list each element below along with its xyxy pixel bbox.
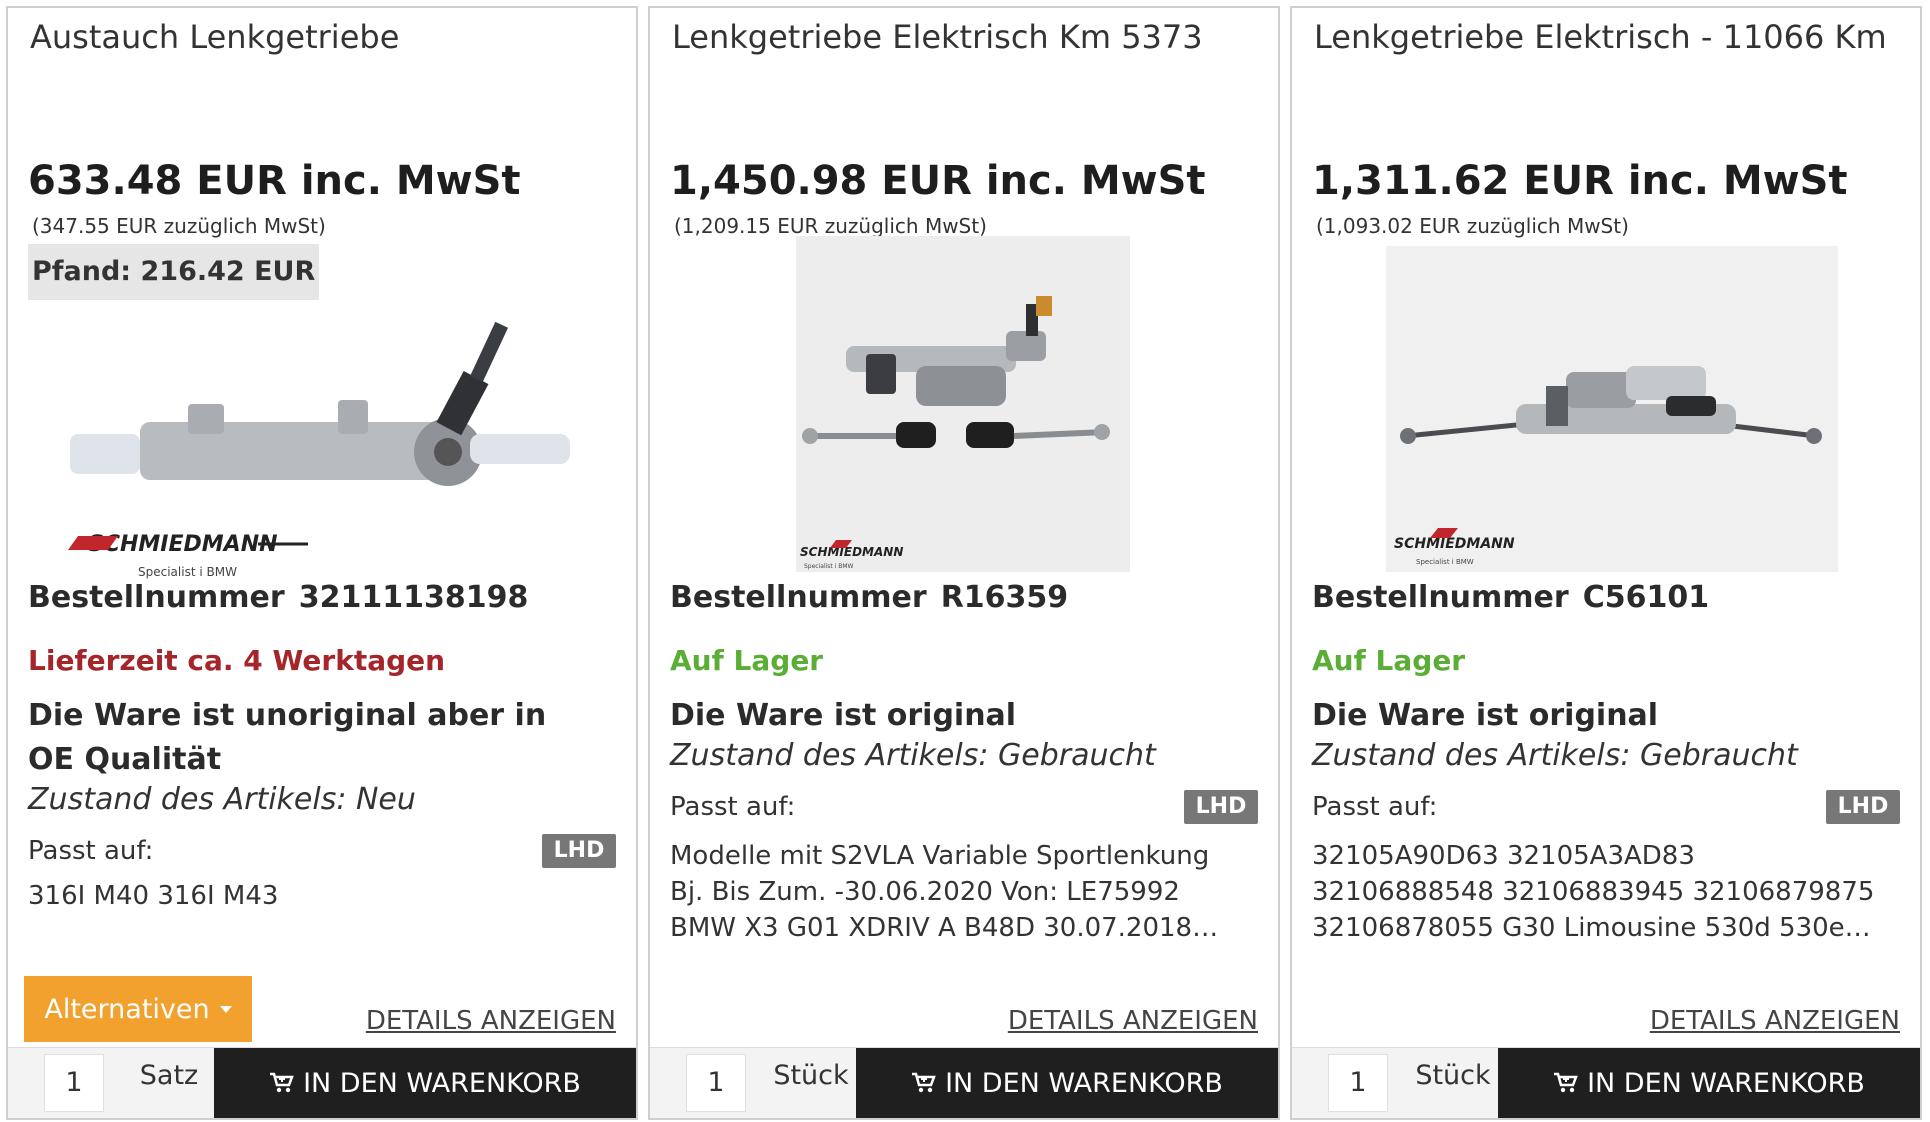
alternatives-button[interactable]: Alternativen (24, 976, 252, 1042)
originality: Die Ware ist unoriginal aber in OE Quali… (28, 698, 547, 777)
add-to-cart-button[interactable]: IN DEN WARENKORB (856, 1048, 1278, 1118)
add-to-cart-button[interactable]: IN DEN WARENKORB (214, 1048, 636, 1118)
steering-rack-photo: SCHMIEDMANN Specialist i BMW (1386, 246, 1838, 572)
fits-list: Modelle mit S2VLA Variable Sportlenkung … (670, 841, 1210, 943)
details-link[interactable]: DETAILS ANZEIGEN (366, 1006, 616, 1036)
add-to-cart-row: 1 Stück IN DEN WARENKORB (650, 1047, 1278, 1118)
stock-status: Lieferzeit ca. 4 Werktagen (28, 644, 446, 677)
order-number-label: Bestellnummer (1312, 580, 1569, 615)
quantity-input[interactable]: 1 (1328, 1054, 1388, 1112)
logo-tagline: Specialist i BMW (1416, 558, 1474, 566)
product-grid: Austauch Lenkgetriebe 633.48 EUR inc. Mw… (0, 0, 1930, 1122)
logo-text: SCHMIEDMANN (800, 545, 903, 559)
product-title[interactable]: Austauch Lenkgetriebe (30, 18, 616, 56)
price-net: (1,209.15 EUR zuzüglich MwSt) (674, 214, 987, 238)
price-gross: 1,450.98 EUR inc. MwSt (670, 158, 1206, 204)
unit-label: Stück (773, 1060, 849, 1091)
details-link[interactable]: DETAILS ANZEIGEN (1008, 1006, 1258, 1036)
details-link[interactable]: DETAILS ANZEIGEN (1650, 1006, 1900, 1036)
fits-list: 32105A90D63 32105A3AD83 32106888548 3210… (1312, 841, 1875, 943)
product-title[interactable]: Lenkgetriebe Elektrisch Km 5373 (672, 18, 1258, 56)
fits-label: Passt auf: (28, 836, 154, 866)
steering-rack-illustration: SCHMIEDMANN Specialist i BMW (68, 321, 570, 579)
stock-status: Auf Lager (1312, 644, 1466, 677)
price-net: (1,093.02 EUR zuzüglich MwSt) (1316, 214, 1629, 238)
fits-list: 316I M40 316I M43 (28, 881, 279, 911)
product-image[interactable]: SCHMIEDMANN Specialist i BMW (1386, 246, 1838, 572)
fits-label: Passt auf: (1312, 792, 1438, 822)
quantity-input[interactable]: 1 (44, 1054, 104, 1112)
order-number-label: Bestellnummer (28, 580, 285, 615)
alternatives-label: Alternativen (44, 993, 210, 1025)
order-number: R16359 (940, 580, 1069, 615)
logo-text: SCHMIEDMANN (1394, 536, 1515, 552)
unit-label: Stück (1415, 1060, 1491, 1091)
originality: Die Ware ist original (670, 698, 1017, 733)
add-to-cart-label: IN DEN WARENKORB (945, 1067, 1223, 1099)
unit-label: Satz (139, 1060, 199, 1091)
steering-rack-photo: SCHMIEDMANN Specialist i BMW (796, 236, 1130, 572)
order-number: 32111138198 (298, 580, 529, 615)
add-to-cart-label: IN DEN WARENKORB (1587, 1067, 1865, 1099)
fits-label: Passt auf: (670, 792, 796, 822)
order-number: C56101 (1582, 580, 1710, 615)
price-gross: 633.48 EUR inc. MwSt (28, 158, 521, 204)
logo-tagline: Specialist i BMW (138, 565, 237, 579)
caret-down-icon (219, 1005, 232, 1013)
condition: Zustand des Artikels: Neu (28, 782, 416, 817)
product-title[interactable]: Lenkgetriebe Elektrisch - 11066 Km (1314, 18, 1900, 56)
product-image[interactable]: SCHMIEDMANN Specialist i BMW (48, 304, 588, 584)
cart-icon (269, 1072, 295, 1094)
product-card: Austauch Lenkgetriebe 633.48 EUR inc. Mw… (6, 6, 638, 1120)
quantity-input[interactable]: 1 (686, 1054, 746, 1112)
add-to-cart-label: IN DEN WARENKORB (303, 1067, 581, 1099)
condition: Zustand des Artikels: Gebraucht (670, 738, 1156, 773)
price-gross: 1,311.62 EUR inc. MwSt (1312, 158, 1848, 204)
order-number-label: Bestellnummer (670, 580, 927, 615)
product-image[interactable]: SCHMIEDMANN Specialist i BMW (796, 236, 1130, 572)
product-card: Lenkgetriebe Elektrisch Km 5373 1,450.98… (648, 6, 1280, 1120)
logo-text: SCHMIEDMANN (88, 532, 278, 557)
lhd-badge: LHD (1826, 790, 1900, 824)
order-number-line: Bestellnummer 32111138198 (28, 580, 528, 615)
stock-status: Auf Lager (670, 644, 824, 677)
add-to-cart-button[interactable]: IN DEN WARENKORB (1498, 1048, 1920, 1118)
logo-tagline: Specialist i BMW (804, 563, 854, 570)
price-net: (347.55 EUR zuzüglich MwSt) (32, 214, 326, 238)
lhd-badge: LHD (1184, 790, 1258, 824)
condition: Zustand des Artikels: Gebraucht (1312, 738, 1798, 773)
product-card: Lenkgetriebe Elektrisch - 11066 Km 1,311… (1290, 6, 1922, 1120)
add-to-cart-row: 1 Stück IN DEN WARENKORB (1292, 1047, 1920, 1118)
deposit-badge: Pfand: 216.42 EUR (28, 244, 320, 300)
cart-icon (1553, 1072, 1579, 1094)
cart-icon (911, 1072, 937, 1094)
lhd-badge: LHD (542, 834, 616, 868)
add-to-cart-row: 1 Satz IN DEN WARENKORB (8, 1047, 636, 1118)
order-number-line: Bestellnummer C56101 (1312, 580, 1709, 615)
originality: Die Ware ist original (1312, 698, 1659, 733)
order-number-line: Bestellnummer R16359 (670, 580, 1068, 615)
